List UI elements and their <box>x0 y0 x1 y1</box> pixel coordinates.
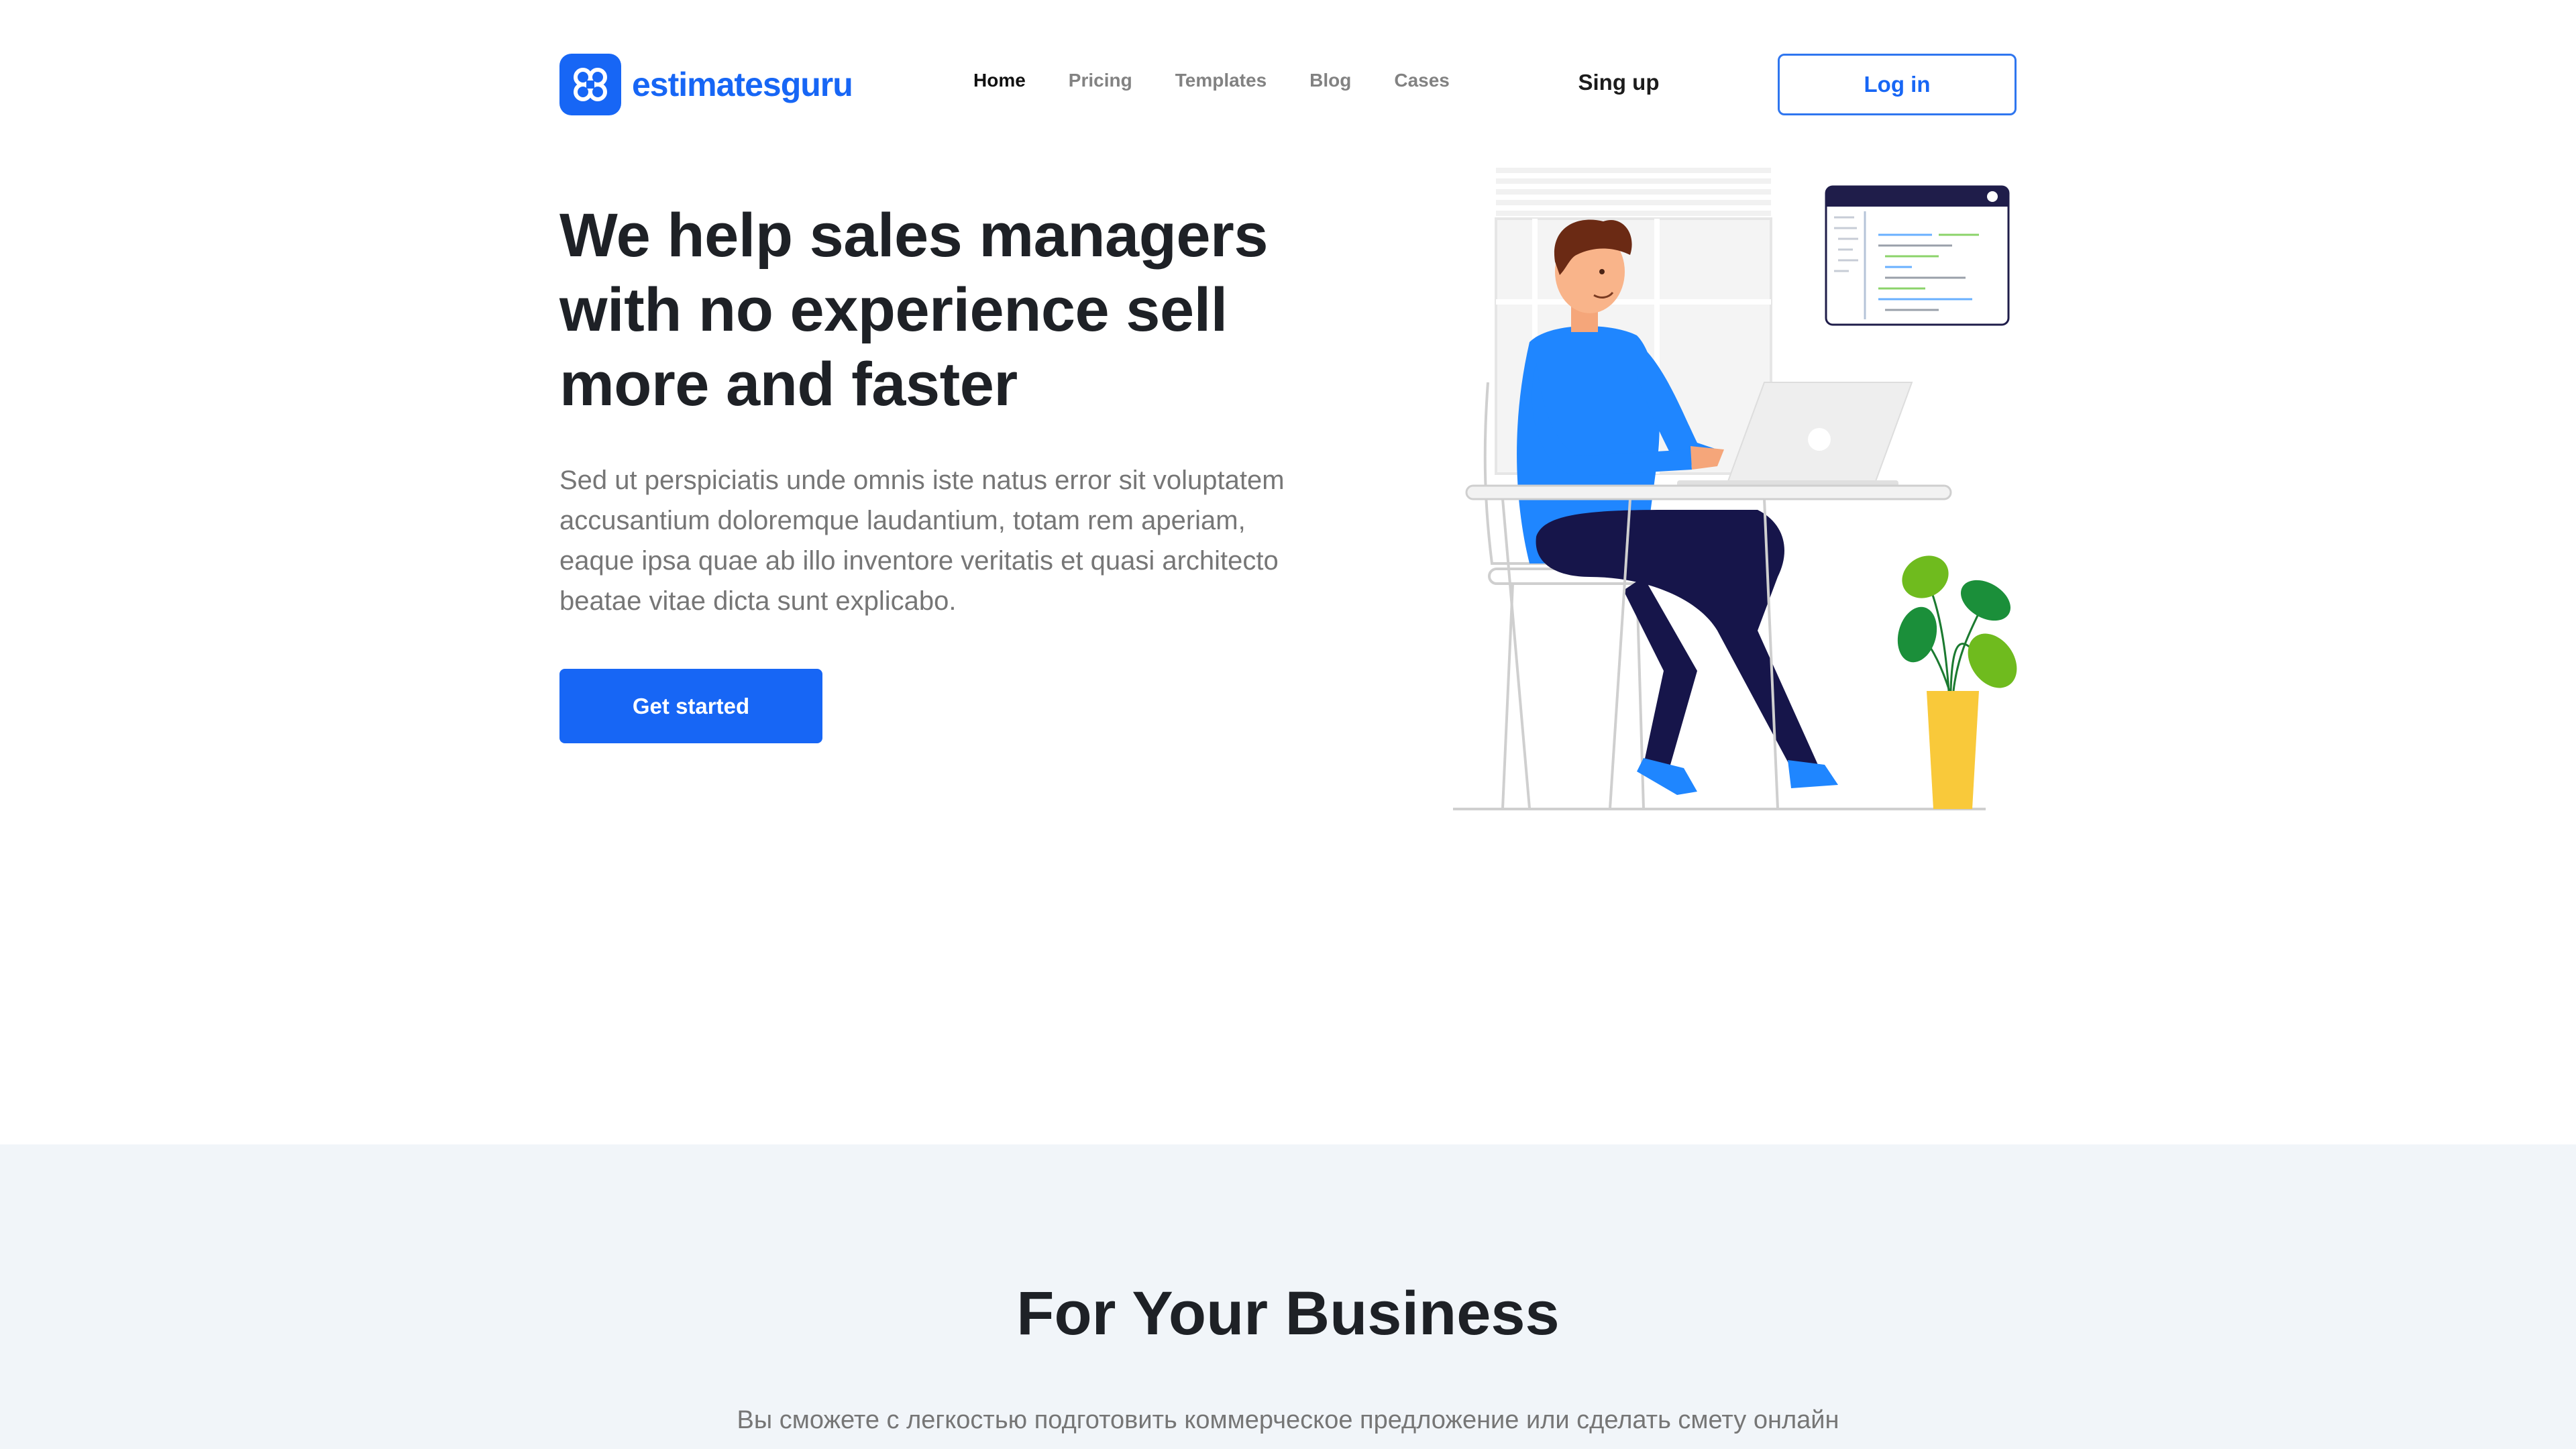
brand-name: estimatesguru <box>632 66 853 103</box>
hero-title: We help sales managers with no experienc… <box>559 201 1269 419</box>
get-started-button[interactable]: Get started <box>559 669 822 743</box>
nav-cases[interactable]: Cases <box>1394 70 1450 91</box>
browser-window-graphic <box>1825 185 2010 326</box>
plant-graphic <box>1897 555 2017 809</box>
main-nav: Home Pricing Templates Blog Cases <box>973 70 1450 91</box>
hero-description: Sed ut perspiciatis unde omnis iste natu… <box>559 466 1285 616</box>
signup-link[interactable]: Sing up <box>1543 70 1695 95</box>
window-blinds <box>1496 168 1771 216</box>
business-section: For Your Business Вы сможете с легкостью… <box>0 1144 2576 1449</box>
nav-home[interactable]: Home <box>973 70 1026 91</box>
clover-logo-icon <box>559 54 621 115</box>
business-title: For Your Business <box>1016 1279 1560 1348</box>
nav-pricing[interactable]: Pricing <box>1069 70 1132 91</box>
nav-templates[interactable]: Templates <box>1175 70 1267 91</box>
nav-blog[interactable]: Blog <box>1309 70 1351 91</box>
brand-logo[interactable]: estimatesguru <box>559 54 853 115</box>
site-header: estimatesguru Home Pricing Templates Blo… <box>0 0 2576 168</box>
hero-illustration <box>1442 161 2033 825</box>
business-subtitle: Вы сможете с легкостью подготовить комме… <box>737 1406 1839 1434</box>
login-button[interactable]: Log in <box>1778 54 2017 115</box>
